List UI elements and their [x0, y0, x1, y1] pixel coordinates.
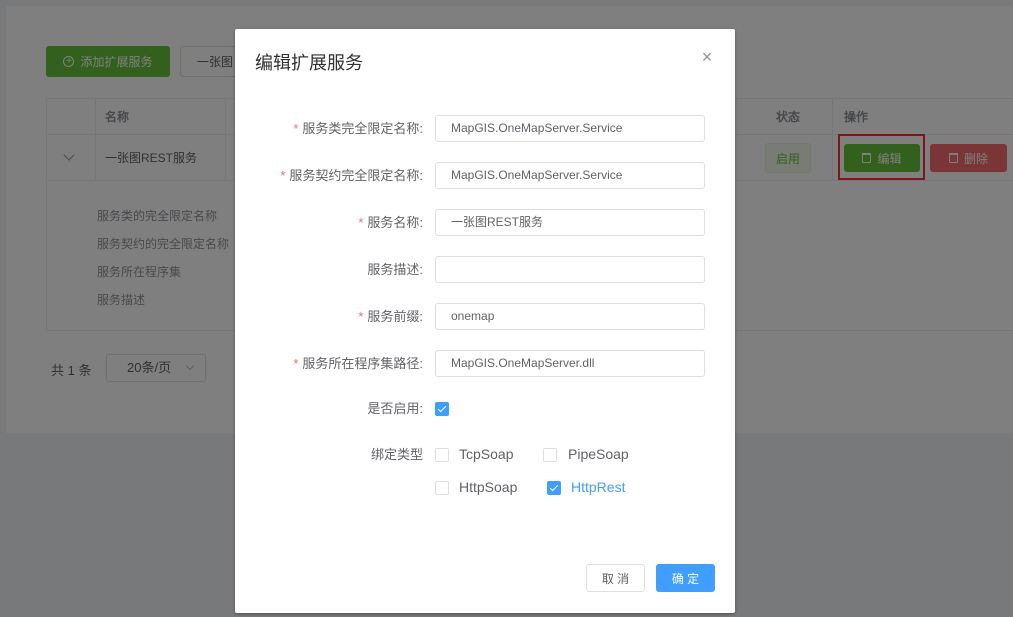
pipesoap-checkbox[interactable]: [543, 448, 557, 462]
httpsoap-checkbox[interactable]: [435, 481, 449, 495]
form-row-service-description: 服务描述:: [235, 256, 735, 283]
cancel-button-label: 取 消: [601, 571, 630, 586]
service-name-input[interactable]: 一张图REST服务: [435, 209, 705, 236]
field-label-text: 服务类完全限定名称:: [302, 121, 423, 136]
field-label: * 服务前缀:: [358, 303, 423, 330]
form-row-enabled: 是否启用:: [235, 395, 735, 422]
form-row-assembly-path: * 服务所在程序集路径: MapGIS.OneMapServer.dll: [235, 350, 735, 377]
form-row-binding-type: 绑定类型 TcpSoap PipeSoap: [235, 441, 735, 468]
edit-service-dialog: 编辑扩展服务 × * 服务类完全限定名称: MapGIS.OneMapServer…: [235, 29, 735, 613]
service-contract-input[interactable]: MapGIS.OneMapServer.Service: [435, 162, 705, 189]
dialog-title: 编辑扩展服务: [255, 53, 363, 73]
form-row-binding-type-2: HttpSoap HttpRest: [235, 474, 735, 501]
service-prefix-input[interactable]: onemap: [435, 303, 705, 330]
httpsoap-label[interactable]: HttpSoap: [459, 479, 517, 495]
required-mark: *: [358, 215, 364, 230]
form-row-service-name: * 服务名称: 一张图REST服务: [235, 209, 735, 236]
field-label: 服务描述:: [367, 262, 423, 277]
binding-type-label: 绑定类型: [370, 447, 423, 462]
tcpsoap-label[interactable]: TcpSoap: [459, 446, 513, 462]
required-mark: *: [293, 356, 299, 371]
service-class-input[interactable]: MapGIS.OneMapServer.Service: [435, 115, 705, 142]
required-mark: *: [293, 121, 299, 136]
cancel-button[interactable]: 取 消: [586, 564, 645, 592]
httprest-checkbox[interactable]: [547, 481, 561, 495]
form-row-service-class: * 服务类完全限定名称: MapGIS.OneMapServer.Service: [235, 115, 735, 142]
close-icon[interactable]: ×: [697, 47, 717, 67]
form-row-service-prefix: * 服务前缀: onemap: [235, 303, 735, 330]
pipesoap-label[interactable]: PipeSoap: [568, 446, 629, 462]
field-label: * 服务契约完全限定名称:: [280, 162, 423, 189]
service-description-input[interactable]: [435, 256, 705, 283]
tcpsoap-checkbox[interactable]: [435, 448, 449, 462]
form-row-service-contract: * 服务契约完全限定名称: MapGIS.OneMapServer.Service: [235, 162, 735, 189]
enabled-label: 是否启用:: [367, 401, 423, 416]
enabled-checkbox[interactable]: [435, 402, 449, 416]
field-label-text: 服务契约完全限定名称:: [289, 168, 423, 183]
field-label: * 服务名称:: [358, 209, 423, 236]
confirm-button[interactable]: 确 定: [656, 564, 715, 592]
field-label-text: 服务名称:: [367, 215, 423, 230]
httprest-label[interactable]: HttpRest: [571, 479, 625, 495]
confirm-button-label: 确 定: [671, 571, 700, 586]
field-label: * 服务类完全限定名称:: [293, 115, 423, 142]
required-mark: *: [280, 168, 286, 183]
field-label-text: 服务前缀:: [367, 309, 423, 324]
field-label: * 服务所在程序集路径:: [293, 350, 423, 377]
field-label-text: 服务所在程序集路径:: [302, 356, 423, 371]
assembly-path-input[interactable]: MapGIS.OneMapServer.dll: [435, 350, 705, 377]
required-mark: *: [358, 309, 364, 324]
